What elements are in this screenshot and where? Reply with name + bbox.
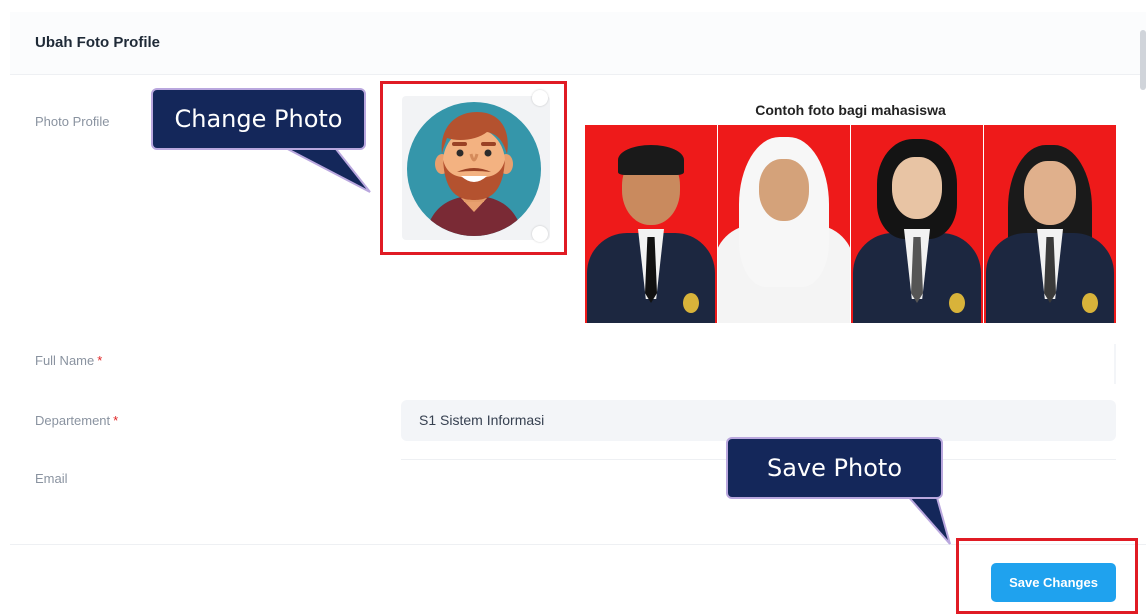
sample-photo-2 bbox=[718, 125, 851, 323]
department-field[interactable]: S1 Sistem Informasi bbox=[401, 400, 1116, 441]
scrollbar[interactable] bbox=[1140, 30, 1146, 90]
email-label: Email bbox=[35, 471, 68, 486]
card-title: Ubah Foto Profile bbox=[35, 34, 160, 51]
sample-photo-caption: Contoh foto bagi mahasiswa bbox=[755, 102, 946, 118]
required-marker: * bbox=[97, 353, 103, 368]
save-photo-callout: Save Photo bbox=[726, 437, 943, 499]
save-button-highlight bbox=[956, 538, 1138, 614]
photo-profile-label: Photo Profile bbox=[35, 114, 110, 129]
full-name-label: Full Name * bbox=[35, 353, 103, 368]
department-label: Departement * bbox=[35, 413, 119, 428]
sample-photo-3 bbox=[851, 125, 984, 323]
full-name-input-edge bbox=[1114, 344, 1116, 384]
change-photo-callout: Change Photo bbox=[151, 88, 366, 150]
change-photo-highlight bbox=[380, 81, 567, 255]
sample-photo-4 bbox=[984, 125, 1116, 323]
sample-photo-1 bbox=[585, 125, 718, 323]
card-header: Ubah Foto Profile bbox=[10, 12, 1146, 75]
required-marker: * bbox=[113, 413, 119, 428]
sample-photo-strip bbox=[585, 125, 1116, 323]
